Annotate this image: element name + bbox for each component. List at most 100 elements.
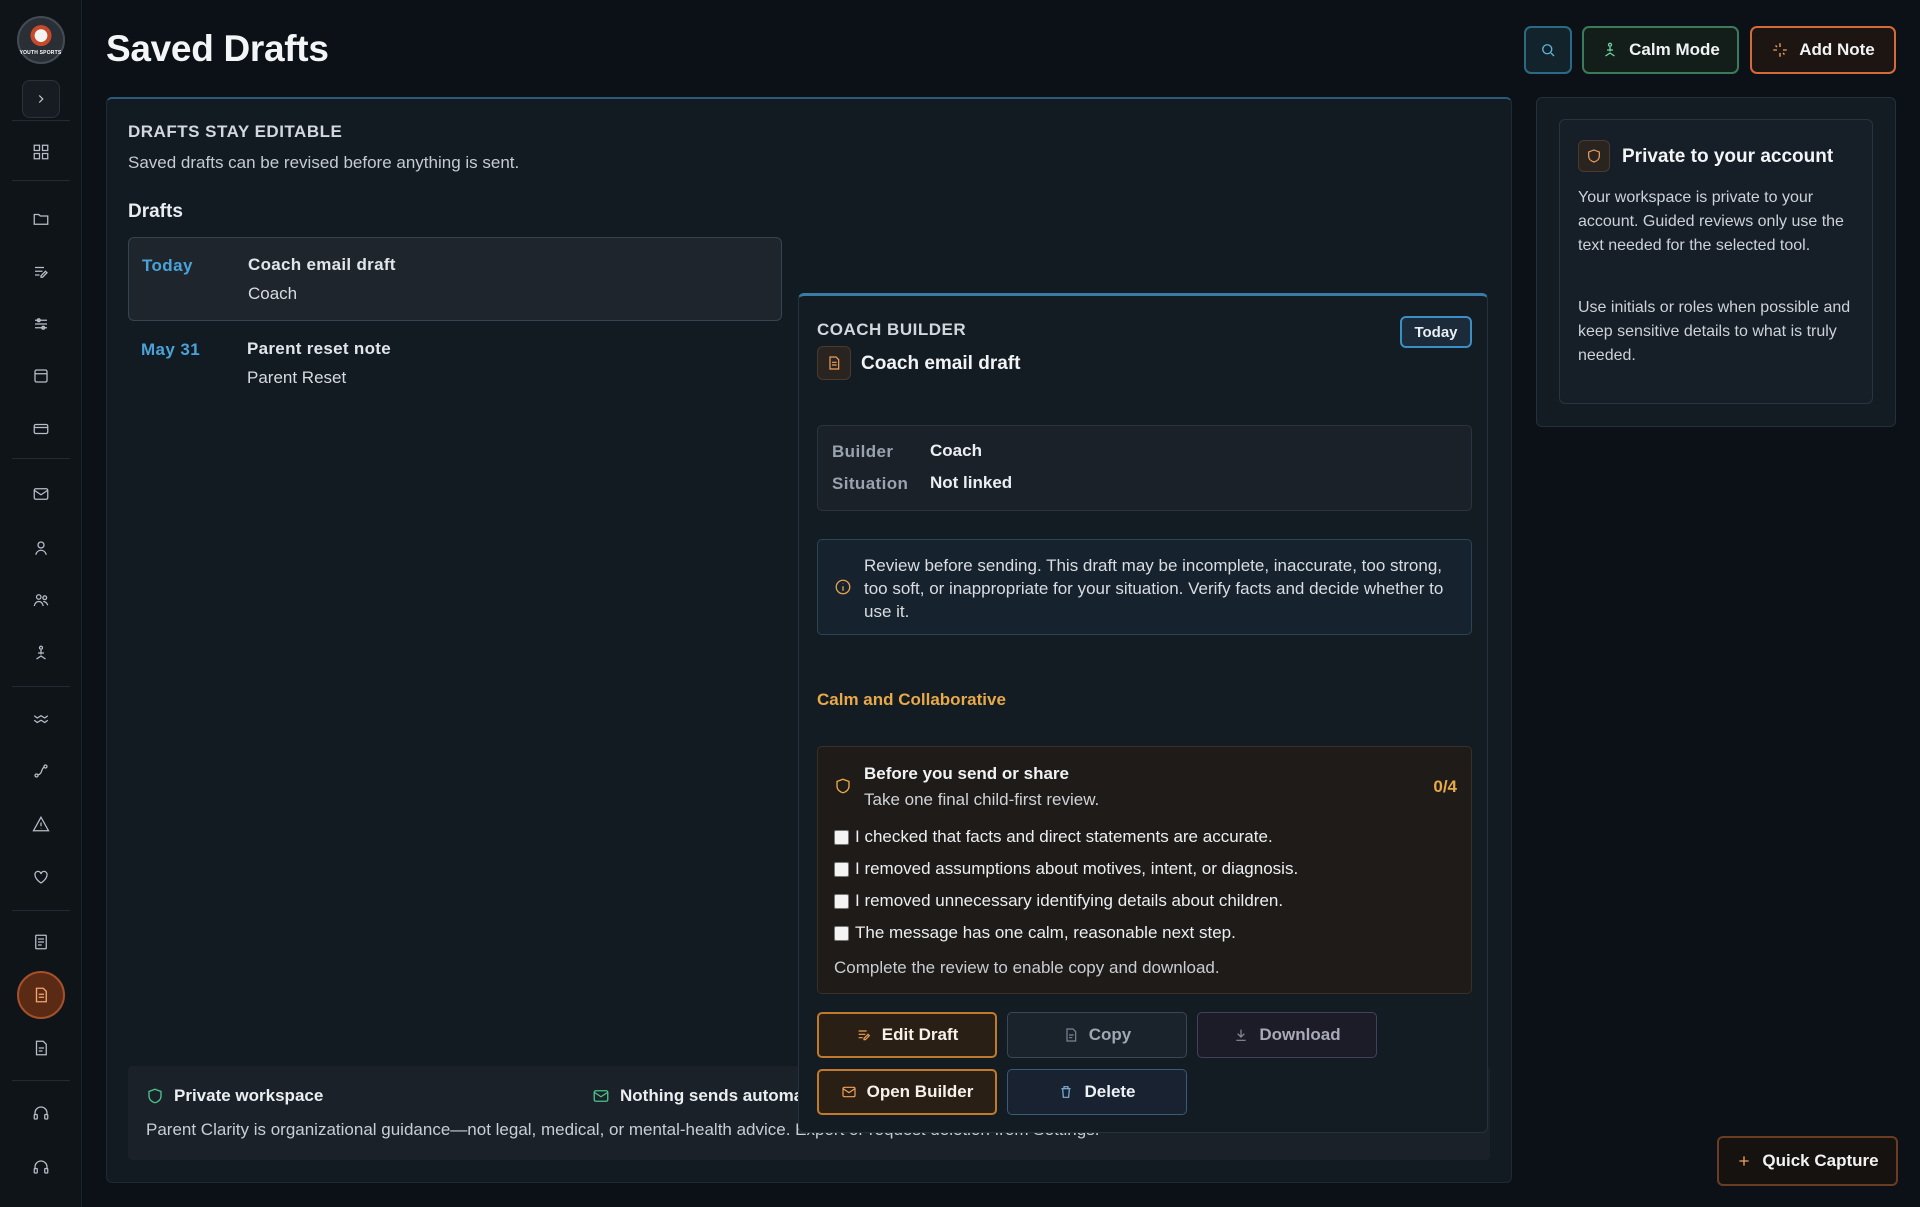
checklist-item-label: I removed unnecessary identifying detail… [855,891,1284,910]
calm-mode-button[interactable]: Calm Mode [1582,26,1739,74]
sidebar-item-support[interactable] [20,1093,62,1133]
shield-icon [836,778,850,794]
open-builder-label: Open Builder [866,1082,974,1101]
add-note-button[interactable]: Add Note [1750,26,1896,74]
sidebar-item-saved-drafts[interactable] [17,971,65,1019]
sidebar-item-adjust[interactable] [20,304,62,344]
document-icon [829,356,840,370]
sidebar-item-notes[interactable] [20,922,62,962]
sidebar-item-alerts[interactable] [20,804,62,844]
draft-title: Coach email draft [248,255,396,274]
section-subtitle: Saved drafts can be revised before anyth… [128,153,520,172]
sidebar-item-documents[interactable] [20,1028,62,1068]
date-badge: Today [1400,316,1472,348]
sidebar-item-waves[interactable] [20,698,62,738]
delete-button[interactable]: Delete [1007,1069,1187,1115]
rail-divider [12,1080,70,1081]
dashboard-icon [33,144,49,160]
meta-key: Builder [832,442,894,461]
people-icon [33,594,49,607]
sidebar-item-archive[interactable] [20,356,62,396]
folder-icon [33,213,49,225]
sidebar-rail: YOUTH SPORTS [0,0,82,1207]
quick-capture-button[interactable]: Quick Capture [1717,1136,1898,1186]
draft-detail-panel: COACH BUILDER Today Coach email draft Bu… [798,293,1488,1133]
meta-value: Coach [930,441,982,460]
copy-label: Copy [1088,1025,1132,1044]
shield-icon-box [1578,140,1610,172]
quick-capture-label: Quick Capture [1762,1151,1879,1170]
sidebar-item-path[interactable] [20,751,62,791]
sidebar-item-profile[interactable] [20,528,62,568]
checklist-item[interactable]: I removed assumptions about motives, int… [834,859,1298,879]
draft-title: Parent reset note [247,339,391,358]
sidebar-item-help[interactable] [20,1147,62,1187]
private-workspace-label: Private workspace [174,1086,324,1105]
sidebar-item-folders[interactable] [20,199,62,239]
checklist-item-label: The message has one calm, reasonable nex… [855,923,1236,942]
waves-icon [33,715,49,724]
checklist-title: Before you send or share [864,764,1070,783]
rail-divider [12,686,70,687]
sidebar-item-people[interactable] [20,580,62,620]
add-note-label: Add Note [1799,40,1875,59]
file-icon [35,1040,47,1056]
draft-type: Parent Reset [247,368,347,387]
checkbox[interactable] [834,829,849,845]
app-logo[interactable]: YOUTH SPORTS [16,16,65,64]
search-button[interactable] [1524,26,1572,74]
sidebar-item-cards[interactable] [20,409,62,449]
shield-icon [148,1088,162,1104]
search-icon [1542,44,1555,57]
sidebar-item-calm[interactable] [20,633,62,673]
checkbox[interactable] [834,893,849,909]
mail-icon [33,488,49,500]
chevron-right-icon [38,95,44,103]
checklist-item[interactable]: I checked that facts and direct statemen… [834,827,1273,847]
checkbox[interactable] [834,861,849,877]
draft-date: Today [142,256,193,275]
rail-divider [12,910,70,911]
sidebar-item-dashboard[interactable] [20,132,62,172]
meta-key: Situation [832,474,909,493]
privacy-paragraph: Your workspace is private to your accoun… [1578,189,1844,254]
sparkle-icon [1773,43,1787,57]
sidebar-item-wellbeing[interactable] [20,857,62,897]
download-label: Download [1259,1025,1341,1044]
checkbox[interactable] [834,925,849,941]
copy-icon [1066,1028,1077,1042]
meditation-icon [36,645,46,660]
trash-icon [1061,1086,1072,1098]
rail-divider [12,120,70,121]
expand-sidebar-button[interactable] [21,80,60,118]
sidebar-item-messages[interactable] [20,474,62,514]
rail-divider [12,180,70,181]
plus-icon [1739,1156,1750,1166]
calm-mode-label: Calm Mode [1629,40,1720,59]
checklist-item[interactable]: I removed unnecessary identifying detail… [834,891,1283,911]
checklist-item[interactable]: The message has one calm, reasonable nex… [834,923,1236,943]
checklist-item-label: I removed assumptions about motives, int… [855,859,1299,878]
delete-label: Delete [1084,1082,1136,1101]
draft-list-item[interactable]: Today Coach email draft Coach [128,237,782,321]
archive-icon [34,369,48,383]
privacy-paragraph: Use initials or roles when possible and … [1578,299,1851,364]
draft-type: Coach [248,284,298,303]
logo-text: YOUTH SPORTS [19,50,62,56]
heart-icon [34,870,48,884]
edit-draft-button[interactable]: Edit Draft [817,1012,997,1058]
sidebar-item-compose[interactable] [20,252,62,292]
rail-divider [12,458,70,459]
download-button[interactable]: Download [1197,1012,1377,1058]
copy-button[interactable]: Copy [1007,1012,1187,1058]
open-builder-button[interactable]: Open Builder [817,1069,997,1115]
download-icon [1236,1029,1247,1041]
page-title: Saved Drafts [106,28,329,69]
privacy-card-title: Private to your account [1622,146,1834,167]
checklist-footer: Complete the review to enable copy and d… [834,958,1220,977]
draft-list-item[interactable]: May 31 Parent reset note Parent Reset [128,322,782,406]
mail-icon [842,1086,856,1098]
checklist-subtitle: Take one final child-first review. [864,790,1100,809]
draft-date: May 31 [141,340,201,359]
private-workspace-note: Private workspace [146,1086,323,1106]
